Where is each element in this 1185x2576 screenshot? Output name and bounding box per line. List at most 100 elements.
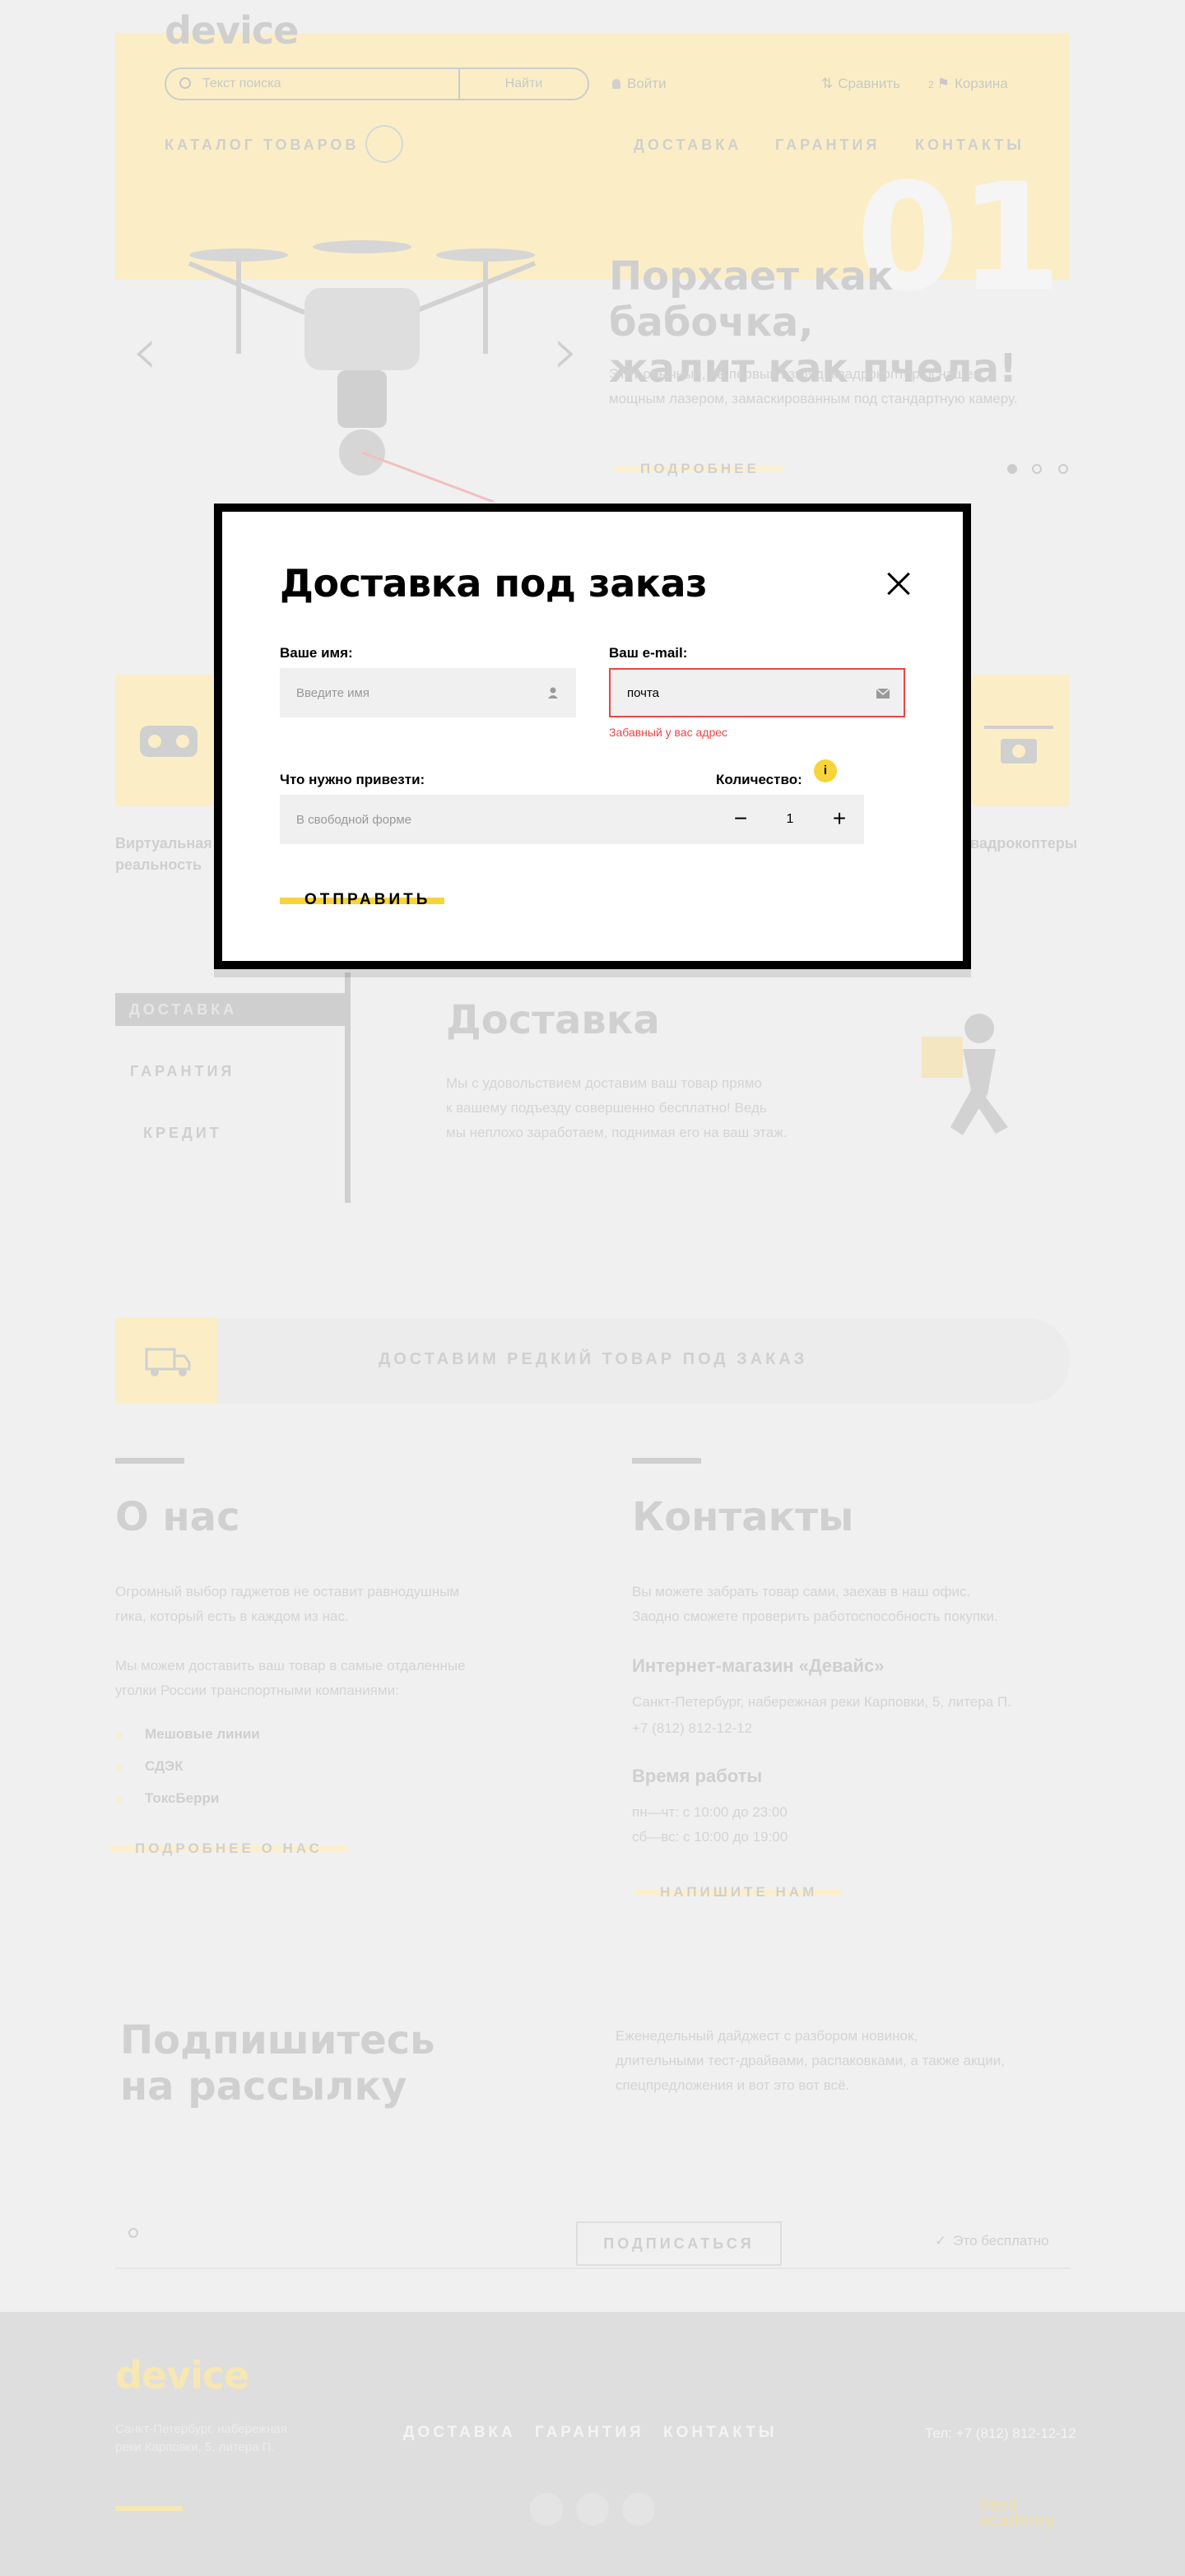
banner-text: ДОСТАВИМ РЕДКИЙ ТОВАР ПОД ЗАКАЗ [379,1350,808,1368]
about-text-line: Мы можем доставить ваш товар в самые отд… [115,1658,466,1673]
category-label-line: Виртуальная [115,835,212,852]
user-icon [612,79,620,89]
compare-link[interactable]: ⇅ Сравнить [821,76,900,92]
nav-delivery[interactable]: ДОСТАВКА [634,137,741,154]
footer-phone[interactable]: Тел: +7 (812) 812-12-12 [925,2425,1076,2442]
truck-icon-tile [115,1318,217,1404]
slider-dot-1[interactable] [1007,464,1017,474]
category-vr-label[interactable]: Виртуальная реальность [115,833,212,875]
about-title: О нас [115,1494,240,1540]
category-drones-tile[interactable] [968,675,1070,806]
contacts-text-line: Заодно сможете проверить работоспособнос… [632,1608,998,1624]
modal-title: Доставка под заказ [280,561,708,606]
quantity-value[interactable]: 1 [765,795,815,844]
envelope-icon [876,688,890,699]
footer-logo[interactable]: device [115,2353,249,2397]
plus-button[interactable]: + [823,795,856,844]
close-icon[interactable] [885,571,912,597]
page-background: device Текст поиска Найти Войти ⇅ Сравнит… [0,0,1185,2576]
list-item: Мешовые линии [117,1726,260,1742]
category-drones-label[interactable]: Квадрокоптеры [961,833,1077,854]
subscribe-text-line: спецпредложения и вот это вот всё. [616,2077,850,2093]
footer-address-line: реки Карповки, 5, литера П. [115,2440,275,2454]
contacts-text-line: Вы можете забрать товар сами, заехав в н… [632,1584,971,1599]
submit-button[interactable]: ОТПРАВИТЬ [280,886,455,914]
footer-nav-delivery[interactable]: ДОСТАВКА [403,2424,516,2442]
shop-name: Интернет-магазин «Девайс» [632,1655,885,1676]
search-button[interactable]: Найти [458,69,588,99]
hero-more-link[interactable]: ПОДРОБНЕЕ [616,461,784,477]
tab-guarantee[interactable]: ГАРАНТИЯ [130,1063,235,1080]
twitter-icon[interactable] [622,2493,655,2526]
footer-nav-guarantee[interactable]: ГАРАНТИЯ [535,2424,644,2442]
name-field[interactable] [280,668,576,717]
services-text-line: Мы с удовольствием доставим ваш товар пр… [446,1075,762,1091]
info-icon[interactable]: i [814,759,837,782]
services-text: Мы с удовольствием доставим ваш товар пр… [446,1071,857,1145]
drone-image [188,240,537,502]
quantity-stepper: − 1 + [716,795,864,844]
contacts-paragraph: Вы можете забрать товар сами, заехав в н… [632,1580,1076,1629]
subscribe-button[interactable]: ПОДПИСАТЬСЯ [576,2221,782,2266]
email-error: Забавный у вас адрес [609,726,728,739]
shop-phone[interactable]: +7 (812) 812-12-12 [632,1716,752,1741]
about-paragraph-1: Огромный выбор гаджетов не оставит равно… [115,1580,543,1629]
free-note: ✓ Это бесплатно [935,2233,1049,2249]
subscribe-input-underline [115,2267,1070,2269]
subscribe-text-line: длительными тест-драйвами, распаковками,… [616,2053,1005,2068]
subscribe-title: Подпишитесь на рассылку [120,2017,435,2110]
hours-weekends: сб—вс: с 10:00 до 19:00 [632,1829,788,1845]
site-logo[interactable]: device [165,8,299,53]
quantity-label: Количество: [716,772,802,787]
cart-count: 2 [928,79,934,91]
htmlacademy-logo[interactable]: html academy [979,2497,1055,2530]
truck-icon [145,1348,191,1376]
write-us-link[interactable]: НАПИШИТЕ НАМ [634,1884,843,1901]
user-icon [548,687,558,699]
subscribe-title-line: на рассылку [120,2063,407,2110]
list-item: ТоксБерри [116,1790,220,1806]
services-text-line: мы неплохо заработаем, поднимая его на в… [446,1125,788,1140]
subscribe-text-line: Еженедельный дайджест с разбором новинок… [616,2028,918,2044]
catalog-toggle[interactable] [365,125,403,163]
facebook-icon[interactable] [576,2493,609,2526]
email-label: Ваш e-mail: [609,645,688,661]
slider-prev-arrow[interactable]: ‹ [132,313,158,389]
contacts-title: Контакты [632,1494,854,1540]
what-label: Что нужно привезти: [280,772,425,787]
login-link[interactable]: Войти [612,76,667,92]
hours-weekdays: пн—чт: с 10:00 до 23:00 [632,1804,788,1820]
vr-glasses-icon [140,726,198,757]
cart-icon: ⚑ [936,76,950,91]
email-field[interactable] [609,668,905,717]
footer-address-line: Санкт-Петербург, набережная [115,2422,287,2436]
vk-icon[interactable] [530,2493,563,2526]
category-vr-tile[interactable] [115,675,217,806]
footer-address: Санкт-Петербург, набережная реки Карповк… [115,2421,329,2457]
cart-link[interactable]: 2 ⚑ Корзина [928,76,1008,92]
about-more-link[interactable]: ПОДРОБНЕЕ О НАС [110,1840,347,1857]
subscribe-title-line: Подпишитесь [120,2017,435,2063]
nav-guarantee[interactable]: ГАРАНТИЯ [775,137,880,154]
free-note-label: Это бесплатно [953,2233,1049,2249]
minus-button[interactable]: − [724,795,757,844]
what-field[interactable] [280,795,724,844]
search-input[interactable]: Текст поиска [202,69,281,99]
catalog-link[interactable]: КАТАЛОГ ТОВАРОВ [165,137,359,154]
hero-title-line: Порхает как бабочка, [609,253,894,346]
htmlacademy-logo-line: academy [979,2510,1055,2530]
about-text-line: Огромный выбор гаджетов не оставит равно… [115,1584,460,1599]
search-form: Текст поиска Найти [165,67,589,100]
footer-nav-contacts[interactable]: КОНТАКТЫ [663,2424,778,2442]
search-icon [179,77,191,89]
courier-icon [922,1014,1008,1135]
slider-dot-3[interactable] [1058,464,1068,474]
nav-contacts[interactable]: КОНТАКТЫ [915,137,1025,154]
tab-delivery[interactable]: ДОСТАВКА [115,993,346,1026]
tab-credit[interactable]: КРЕДИТ [143,1125,222,1142]
services-title: Доставка [446,997,660,1043]
slider-next-arrow[interactable]: › [553,313,579,389]
subscribe-email-input[interactable] [151,2221,563,2263]
hero-text-line: Этот обычный, на первый взгляд, квадроко… [609,366,981,382]
slider-dot-2[interactable] [1032,464,1042,474]
